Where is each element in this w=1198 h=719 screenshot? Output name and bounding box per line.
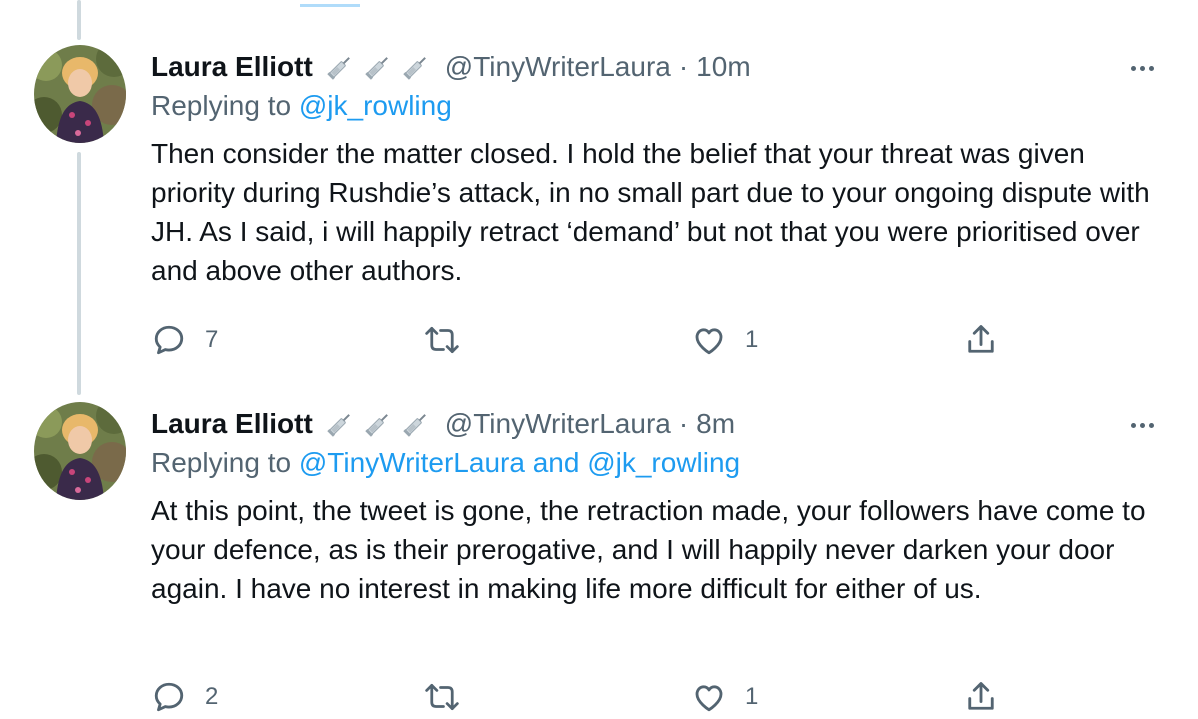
mention-link[interactable]: @TinyWriterLaura	[299, 447, 525, 478]
truncated-link	[300, 0, 360, 7]
share-button[interactable]	[963, 679, 999, 715]
avatar[interactable]	[34, 45, 126, 143]
like-count: 1	[745, 326, 759, 353]
more-icon[interactable]	[1124, 58, 1160, 78]
display-name[interactable]: Laura Elliott	[151, 408, 313, 440]
more-icon[interactable]	[1124, 415, 1160, 435]
avatar[interactable]	[34, 402, 126, 500]
mention-link[interactable]: @jk_rowling	[299, 90, 452, 121]
replying-prefix: Replying to	[151, 90, 299, 121]
syringe-icon	[327, 57, 350, 80]
syringe-icon	[403, 57, 426, 80]
display-name[interactable]: Laura Elliott	[151, 51, 313, 83]
reply-button[interactable]: 7	[151, 322, 218, 358]
tweet-header: Laura Elliott	[151, 406, 735, 442]
timestamp[interactable]: 8m	[696, 408, 735, 440]
retweet-button[interactable]	[423, 322, 479, 358]
like-icon	[695, 685, 723, 712]
reply-icon	[154, 682, 184, 712]
reply-count: 2	[205, 683, 219, 710]
separator-dot: ·	[678, 408, 689, 439]
reply-count: 7	[205, 326, 219, 353]
reply-button[interactable]: 2	[151, 679, 218, 715]
syringe-icon	[365, 57, 388, 80]
replying-joiner: and	[524, 447, 588, 478]
like-button[interactable]: 1	[691, 679, 758, 715]
thread-line-top	[77, 0, 81, 40]
replying-to: Replying to @TinyWriterLaura and @jk_row…	[151, 447, 740, 479]
share-icon	[968, 682, 994, 710]
user-handle[interactable]: @TinyWriterLaura	[445, 408, 671, 440]
retweet-button[interactable]	[423, 679, 479, 715]
retweet-icon	[425, 326, 459, 354]
separator-dot: ·	[678, 51, 689, 82]
reply-icon	[154, 325, 184, 355]
tweet-actions: 7 1	[151, 322, 1021, 362]
replying-prefix: Replying to	[151, 447, 299, 478]
share-button[interactable]	[963, 322, 999, 358]
tweet-text: Then consider the matter closed. I hold …	[151, 138, 1150, 286]
share-icon	[968, 325, 994, 353]
name-emojis	[325, 409, 431, 439]
like-button[interactable]: 1	[691, 322, 758, 358]
mention-link[interactable]: @jk_rowling	[587, 447, 740, 478]
syringe-icon	[403, 414, 426, 437]
syringe-icon	[327, 414, 350, 437]
thread-line	[77, 152, 81, 395]
replying-to: Replying to @jk_rowling	[151, 90, 452, 122]
like-icon	[695, 328, 723, 355]
name-emojis	[325, 52, 431, 82]
user-handle[interactable]: @TinyWriterLaura	[445, 51, 671, 83]
tweet-text: At this point, the tweet is gone, the re…	[151, 495, 1146, 604]
like-count: 1	[745, 683, 759, 710]
tweet-header: Laura Elliott	[151, 49, 751, 85]
syringe-icon	[365, 414, 388, 437]
timestamp[interactable]: 10m	[696, 51, 750, 83]
retweet-icon	[425, 683, 459, 711]
tweet-actions: 2 1	[151, 679, 1021, 719]
